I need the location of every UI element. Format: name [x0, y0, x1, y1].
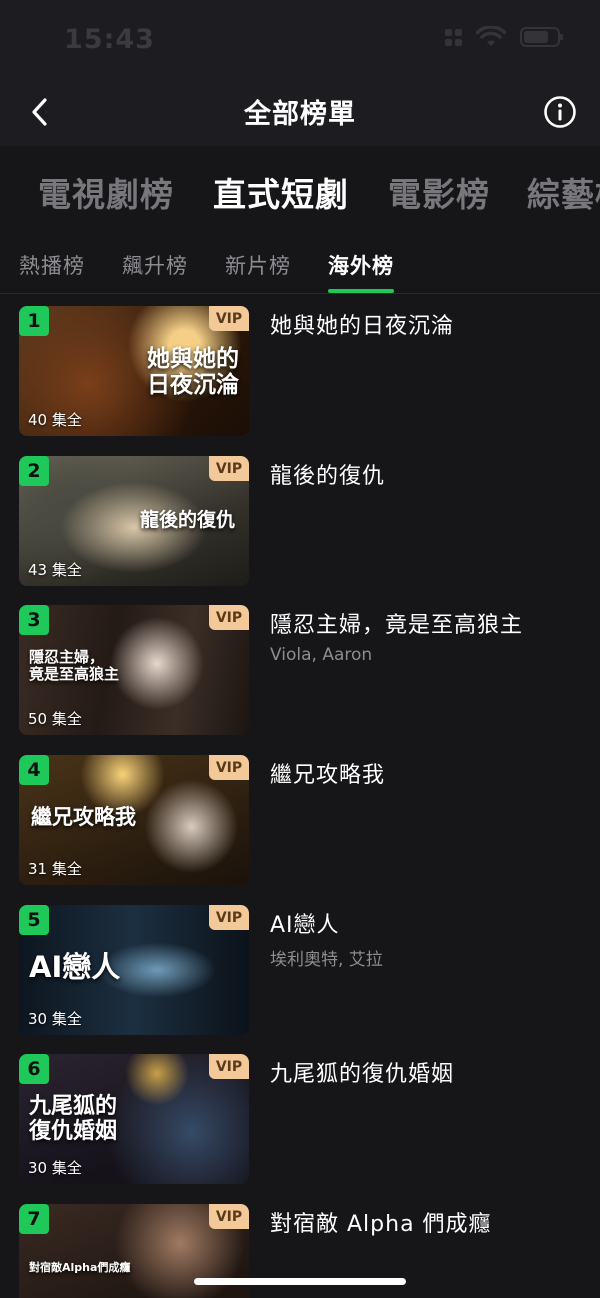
poster-image[interactable]: 隱忍主婦， 竟是至高狼主 3 VIP 50 集全: [19, 605, 249, 735]
item-title[interactable]: 龍後的復仇: [270, 458, 385, 490]
item-title[interactable]: AI戀人: [270, 907, 340, 939]
vip-badge: VIP: [209, 456, 249, 481]
secondary-tabs: 熱播榜 飆升榜 新片榜 海外榜: [0, 234, 600, 294]
poster-image[interactable]: 龍後的復仇 2 VIP 43 集全: [19, 456, 249, 586]
tab-variety-ranking[interactable]: 綜藝榜: [527, 168, 600, 216]
poster-title-text: 九尾狐的 復仇婚姻: [29, 1093, 118, 1145]
item-title[interactable]: 繼兄攻略我: [270, 757, 385, 789]
vip-badge: VIP: [209, 1204, 249, 1229]
battery-icon: [520, 27, 563, 47]
episode-count: 30 集全: [28, 1159, 82, 1177]
rank-badge: 4: [19, 755, 49, 785]
tab-vertical-short-drama[interactable]: 直式短劇: [213, 168, 349, 216]
status-time: 15:43: [64, 24, 155, 55]
status-icons: [445, 26, 563, 48]
episode-count: 31 集全: [28, 860, 82, 878]
item-title[interactable]: 九尾狐的復仇婚姻: [270, 1056, 454, 1088]
item-title[interactable]: 她與她的日夜沉淪: [270, 308, 454, 340]
poster-image[interactable]: 九尾狐的 復仇婚姻 6 VIP 30 集全: [19, 1054, 249, 1184]
tab-tv-ranking[interactable]: 電視劇榜: [38, 168, 174, 216]
item-cast: 埃利奧特, 艾拉: [270, 950, 383, 970]
item-title[interactable]: 隱忍主婦，竟是至高狼主: [270, 607, 523, 639]
tab-hot[interactable]: 熱播榜: [19, 250, 85, 280]
rank-badge: 2: [19, 456, 49, 486]
poster-title-text: 隱忍主婦， 竟是至高狼主: [29, 648, 120, 684]
item-title[interactable]: 對宿敵 Alpha 們成癮: [270, 1206, 492, 1238]
status-bar: 15:43: [0, 0, 600, 78]
poster-title-text: 繼兄攻略我: [31, 804, 136, 829]
tab-movie-ranking[interactable]: 電影榜: [388, 168, 490, 216]
poster-title-text: 她與她的 日夜沉淪: [147, 345, 239, 399]
vip-badge: VIP: [209, 905, 249, 930]
rank-badge: 6: [19, 1054, 49, 1084]
vip-badge: VIP: [209, 306, 249, 331]
list-item[interactable]: AI戀人 5 VIP 30 集全 AI戀人 埃利奧特, 艾拉: [0, 905, 600, 1055]
vip-badge: VIP: [209, 755, 249, 780]
info-button[interactable]: [538, 90, 582, 134]
list-item[interactable]: 繼兄攻略我 4 VIP 31 集全 繼兄攻略我: [0, 755, 600, 905]
page-title: 全部榜單: [244, 99, 356, 130]
rank-badge: 1: [19, 306, 49, 336]
primary-tabs: 電視劇榜 直式短劇 電影榜 綜藝榜: [0, 146, 600, 234]
tab-rising[interactable]: 飆升榜: [122, 250, 188, 280]
poster-image[interactable]: AI戀人 5 VIP 30 集全: [19, 905, 249, 1035]
tab-new[interactable]: 新片榜: [225, 250, 291, 280]
vip-badge: VIP: [209, 1054, 249, 1079]
cellular-signal-icon: [445, 28, 462, 46]
nav-bar: 全部榜單: [0, 78, 600, 146]
episode-count: 50 集全: [28, 710, 82, 728]
list-item[interactable]: 她與她的 日夜沉淪 1 VIP 40 集全 她與她的日夜沉淪: [0, 306, 600, 456]
episode-count: 40 集全: [28, 411, 82, 429]
rank-badge: 7: [19, 1204, 49, 1234]
info-circle-icon: [544, 96, 576, 128]
wifi-icon: [476, 26, 506, 46]
list-item[interactable]: 龍後的復仇 2 VIP 43 集全 龍後的復仇: [0, 456, 600, 606]
active-tab-indicator: [328, 289, 394, 293]
poster-title-text: 龍後的復仇: [140, 509, 236, 531]
vip-badge: VIP: [209, 605, 249, 630]
home-indicator[interactable]: [194, 1278, 406, 1285]
rank-badge: 3: [19, 605, 49, 635]
poster-image[interactable]: 繼兄攻略我 4 VIP 31 集全: [19, 755, 249, 885]
episode-count: 30 集全: [28, 1010, 82, 1028]
episode-count: 43 集全: [28, 561, 82, 579]
rank-badge: 5: [19, 905, 49, 935]
poster-title-text: 對宿敵Alpha們成癮: [29, 1261, 131, 1274]
list-item[interactable]: 隱忍主婦， 竟是至高狼主 3 VIP 50 集全 隱忍主婦，竟是至高狼主 Vio…: [0, 605, 600, 755]
item-cast: Viola, Aaron: [270, 645, 373, 665]
poster-image[interactable]: 她與她的 日夜沉淪 1 VIP 40 集全: [19, 306, 249, 436]
poster-title-text: AI戀人: [29, 950, 121, 984]
list-item[interactable]: 九尾狐的 復仇婚姻 6 VIP 30 集全 九尾狐的復仇婚姻: [0, 1054, 600, 1204]
tab-overseas[interactable]: 海外榜: [328, 250, 394, 280]
